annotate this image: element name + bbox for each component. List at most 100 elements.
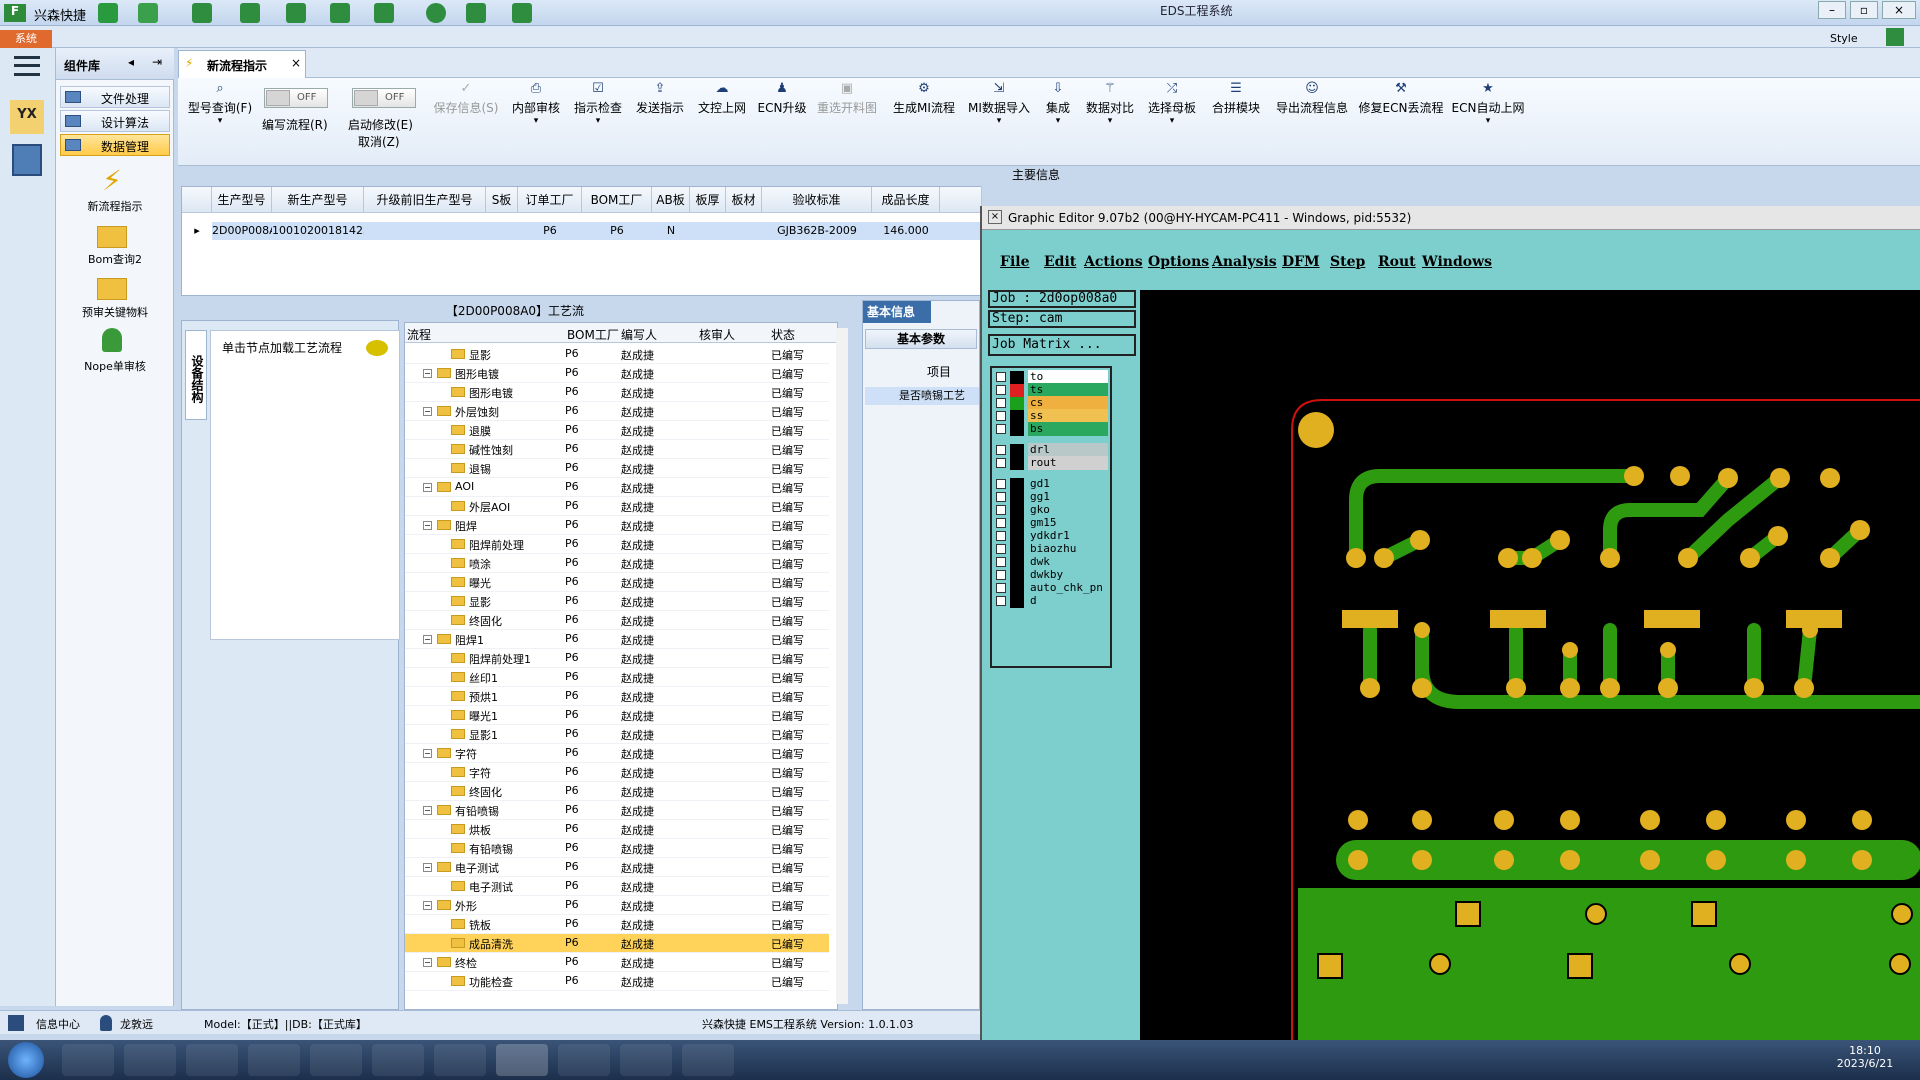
tree-row[interactable]: 退膜 P6 赵成捷 已编写 bbox=[405, 421, 829, 440]
start-modify-toggle[interactable]: OFF bbox=[352, 88, 416, 108]
tree-row[interactable]: 曝光1 P6 赵成捷 已编写 bbox=[405, 706, 829, 725]
expand-toggle-icon[interactable]: − bbox=[423, 521, 432, 530]
tree-row[interactable]: − 字符 P6 赵成捷 已编写 bbox=[405, 744, 829, 763]
yx-logo-icon[interactable]: YX bbox=[10, 100, 44, 134]
mi-data-import-button[interactable]: ⇲ MI数据导入 ▾ bbox=[966, 82, 1032, 127]
expand-toggle-icon[interactable]: − bbox=[423, 958, 432, 967]
tree-row[interactable]: − 外形 P6 赵成捷 已编写 bbox=[405, 896, 829, 915]
menu-analysis[interactable]: Analysis bbox=[1212, 254, 1277, 270]
excel-icon[interactable] bbox=[310, 1044, 362, 1076]
grid-cell[interactable] bbox=[486, 222, 518, 240]
info-center-label[interactable]: 信息中心 bbox=[36, 1016, 80, 1032]
tree-row[interactable]: 阻焊前处理1 P6 赵成捷 已编写 bbox=[405, 649, 829, 668]
folder-icon[interactable] bbox=[92, 274, 132, 308]
collapse-icon[interactable]: ◂ bbox=[128, 55, 134, 69]
grid-cell[interactable] bbox=[726, 222, 762, 240]
system-tab[interactable]: 系统 bbox=[0, 30, 52, 48]
menu-windows[interactable]: Windows bbox=[1422, 254, 1492, 270]
grid-header[interactable]: S板 bbox=[486, 187, 518, 213]
job-field[interactable]: Job : 2d0op008a0 bbox=[988, 290, 1136, 308]
tree-row[interactable]: − 阻焊 P6 赵成捷 已编写 bbox=[405, 516, 829, 535]
layer-row[interactable]: d bbox=[994, 594, 1110, 609]
tree-row[interactable]: − 图形电镀 P6 赵成捷 已编写 bbox=[405, 364, 829, 383]
tree-row[interactable]: 外层AOI P6 赵成捷 已编写 bbox=[405, 497, 829, 516]
prereview-materials-label[interactable]: 预审关键物料 bbox=[56, 304, 174, 320]
grid-header[interactable]: 升级前旧生产型号 bbox=[364, 187, 486, 213]
tree-row[interactable]: − 阻焊1 P6 赵成捷 已编写 bbox=[405, 630, 829, 649]
tab-basic-params[interactable]: 基本参数 bbox=[865, 329, 977, 349]
close-button[interactable]: × bbox=[1882, 1, 1916, 19]
bom-query-label[interactable]: Bom查询2 bbox=[56, 251, 174, 267]
notepad-icon[interactable] bbox=[124, 1044, 176, 1076]
grid-cell[interactable]: 10010200181425 bbox=[272, 222, 370, 240]
grid-cell[interactable]: P6 bbox=[582, 222, 652, 240]
globe-icon[interactable] bbox=[138, 3, 158, 23]
user-icon[interactable] bbox=[92, 324, 132, 358]
grid-header[interactable]: 新生产型号 bbox=[272, 187, 364, 213]
tree-row[interactable]: 烘板 P6 赵成捷 已编写 bbox=[405, 820, 829, 839]
flag-icon[interactable] bbox=[512, 3, 532, 23]
layer-checkbox[interactable] bbox=[996, 411, 1006, 421]
tree-row[interactable]: 成品清洗 P6 赵成捷 已编写 bbox=[405, 934, 829, 953]
grid-icon[interactable] bbox=[374, 3, 394, 23]
generate-mi-flow-button[interactable]: ⚙ 生成MI流程 bbox=[888, 82, 960, 116]
info-row[interactable]: 是否喷锡工艺 bbox=[865, 387, 979, 405]
grid-cell[interactable]: P6 bbox=[518, 222, 582, 240]
cancel-label[interactable]: 取消(Z) bbox=[358, 133, 400, 150]
powerpoint-icon[interactable] bbox=[620, 1044, 672, 1076]
write-flow-toggle[interactable]: OFF bbox=[264, 88, 328, 108]
tab-device-structure[interactable]: 设备结构 bbox=[185, 330, 207, 420]
tree-row[interactable]: − 外层蚀刻 P6 赵成捷 已编写 bbox=[405, 402, 829, 421]
tree-row[interactable]: 终固化 P6 赵成捷 已编写 bbox=[405, 611, 829, 630]
reselect-cut-image-button[interactable]: ▣ 重选开料图 bbox=[814, 82, 880, 116]
expand-toggle-icon[interactable]: − bbox=[423, 483, 432, 492]
menu-file[interactable]: File bbox=[1000, 254, 1029, 270]
layer-checkbox[interactable] bbox=[996, 583, 1006, 593]
pointer-icon[interactable] bbox=[248, 1044, 300, 1076]
minimize-button[interactable]: – bbox=[1818, 1, 1846, 19]
menu-design-algorithm[interactable]: 设计算法 bbox=[60, 110, 170, 132]
menu-rout[interactable]: Rout bbox=[1378, 254, 1416, 270]
tree-row[interactable]: 功能检查 P6 赵成捷 已编写 bbox=[405, 972, 829, 991]
search-icon[interactable] bbox=[98, 3, 118, 23]
export-flow-info-button[interactable]: ☺ 导出流程信息 bbox=[1272, 82, 1352, 116]
grid-cell[interactable] bbox=[940, 222, 982, 240]
green-app-icon[interactable] bbox=[682, 1044, 734, 1076]
layer-checkbox[interactable] bbox=[996, 557, 1006, 567]
new-flow-item-label[interactable]: 新流程指示 bbox=[56, 198, 174, 214]
grid-cell[interactable]: 146.000 bbox=[872, 222, 940, 240]
start-orb-icon[interactable] bbox=[8, 1042, 44, 1078]
layer-checkbox[interactable] bbox=[996, 518, 1006, 528]
shell-icon[interactable] bbox=[62, 1044, 114, 1076]
system-clock[interactable]: 18:10 2023/6/21 bbox=[1830, 1044, 1900, 1070]
grid-header[interactable]: 验收标准 bbox=[762, 187, 872, 213]
expand-toggle-icon[interactable]: − bbox=[423, 749, 432, 758]
layer-checkbox[interactable] bbox=[996, 479, 1006, 489]
job-matrix-button[interactable]: Job Matrix ... bbox=[988, 334, 1136, 356]
grid-cell[interactable] bbox=[690, 222, 726, 240]
model-query-button[interactable]: ⌕ 型号查询(F) ▾ bbox=[184, 82, 256, 127]
grid-header[interactable]: 生产型号 bbox=[212, 187, 272, 213]
layer-checkbox[interactable] bbox=[996, 596, 1006, 606]
scissors-icon[interactable] bbox=[240, 3, 260, 23]
layer-checkbox[interactable] bbox=[996, 492, 1006, 502]
layer-checkbox[interactable] bbox=[996, 505, 1006, 515]
menu-options[interactable]: Options bbox=[1148, 254, 1209, 270]
select-mother-board-button[interactable]: ⤮ 选择母板 ▾ bbox=[1144, 82, 1200, 127]
menu-file-processing[interactable]: 文件处理 bbox=[60, 86, 170, 108]
layer-checkbox[interactable] bbox=[996, 398, 1006, 408]
tree-col-flow[interactable]: 流程 bbox=[407, 326, 431, 343]
tree-row[interactable]: 有铅喷锡 P6 赵成捷 已编写 bbox=[405, 839, 829, 858]
grid-cell[interactable]: GJB362B-2009 bbox=[762, 222, 872, 240]
tree-scrollbar[interactable] bbox=[836, 328, 848, 1004]
tree-row[interactable]: 曝光 P6 赵成捷 已编写 bbox=[405, 573, 829, 592]
nope-review-label[interactable]: Nope单审核 bbox=[56, 358, 174, 374]
tree-row[interactable]: 显影1 P6 赵成捷 已编写 bbox=[405, 725, 829, 744]
tree-row[interactable]: 退锡 P6 赵成捷 已编写 bbox=[405, 459, 829, 478]
layer-checkbox[interactable] bbox=[996, 445, 1006, 455]
tree-col-bom[interactable]: BOM工厂 bbox=[567, 326, 619, 343]
grid-header[interactable]: 板材 bbox=[726, 187, 762, 213]
menu-actions[interactable]: Actions bbox=[1084, 254, 1143, 270]
table-icon[interactable] bbox=[192, 3, 212, 23]
tree-row[interactable]: 电子测试 P6 赵成捷 已编写 bbox=[405, 877, 829, 896]
